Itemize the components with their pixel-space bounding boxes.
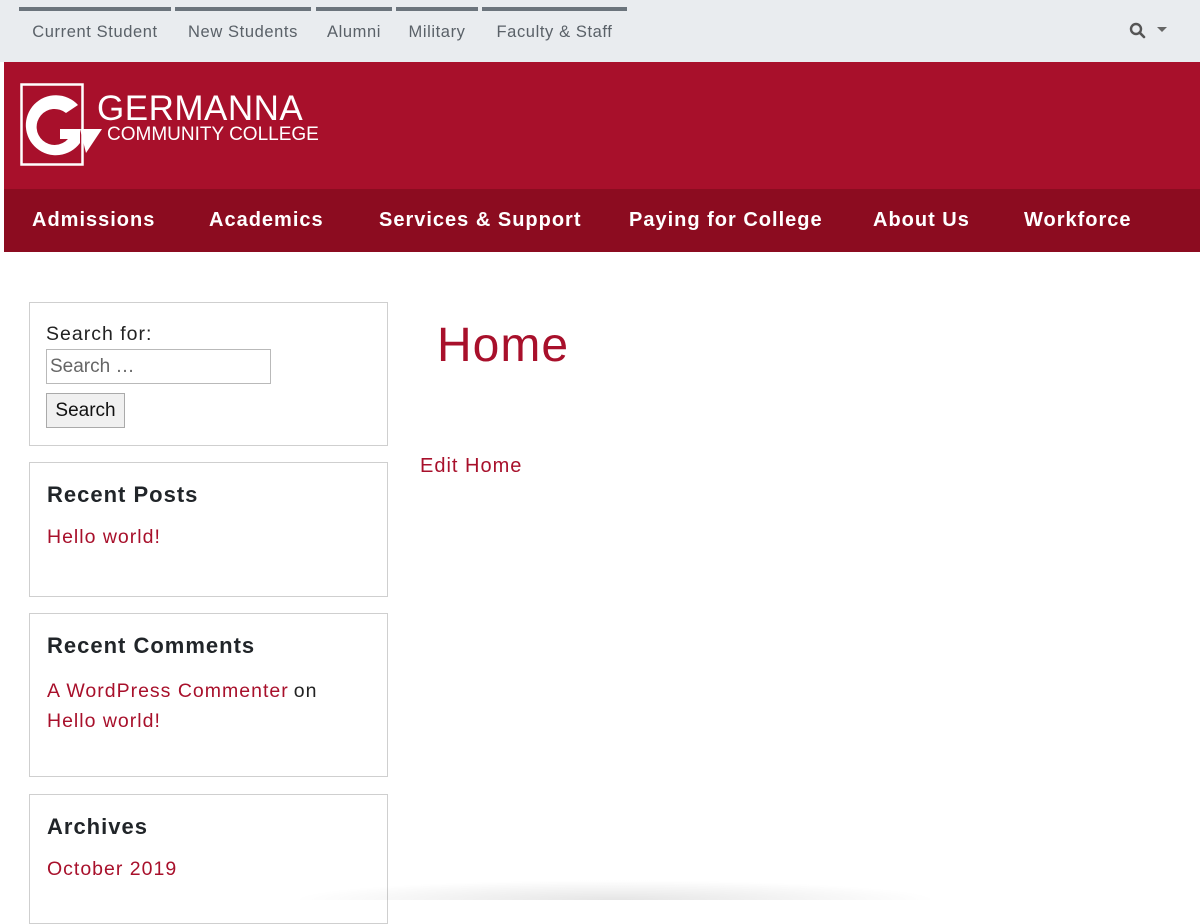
logo-name-line1: GERMANNA bbox=[97, 89, 304, 128]
search-widget: Search for: Search bbox=[29, 302, 388, 446]
nav-about-us[interactable]: About Us bbox=[873, 189, 970, 252]
logo-g-icon bbox=[20, 83, 102, 166]
recent-posts-title: Recent Posts bbox=[47, 482, 199, 507]
search-label: Search for: bbox=[46, 323, 153, 345]
main-nav: Admissions Academics Services & Support … bbox=[4, 189, 1200, 252]
archives-widget: Archives October 2019 bbox=[29, 794, 388, 924]
audience-link-faculty-staff[interactable]: Faculty & Staff bbox=[482, 7, 627, 53]
nav-services-support[interactable]: Services & Support bbox=[379, 189, 582, 252]
search-button[interactable]: Search bbox=[46, 393, 125, 428]
search-icon bbox=[1129, 22, 1146, 39]
audience-bar: Current Student New Students Alumni Mili… bbox=[0, 0, 1200, 62]
recent-posts-widget: Recent Posts Hello world! bbox=[29, 462, 388, 597]
recent-comments-widget: Recent Comments A WordPress Commenter on… bbox=[29, 613, 388, 777]
recent-comment-entry: A WordPress Commenter on Hello world! bbox=[47, 677, 377, 737]
nav-academics[interactable]: Academics bbox=[209, 189, 324, 252]
nav-admissions[interactable]: Admissions bbox=[32, 189, 155, 252]
comment-author-link[interactable]: A WordPress Commenter bbox=[47, 680, 289, 702]
logo-name-line2: COMMUNITY COLLEGE bbox=[107, 124, 319, 145]
recent-comments-title: Recent Comments bbox=[47, 633, 256, 658]
nav-paying-for-college[interactable]: Paying for College bbox=[629, 189, 823, 252]
audience-link-military[interactable]: Military bbox=[396, 7, 478, 53]
archive-link[interactable]: October 2019 bbox=[47, 858, 177, 881]
chevron-down-icon bbox=[1157, 27, 1167, 32]
recent-post-link[interactable]: Hello world! bbox=[47, 526, 161, 549]
archives-title: Archives bbox=[47, 814, 148, 839]
audience-link-new-students[interactable]: New Students bbox=[175, 7, 311, 53]
nav-workforce[interactable]: Workforce bbox=[1024, 189, 1132, 252]
comment-post-link[interactable]: Hello world! bbox=[47, 710, 161, 732]
comment-on-text: on bbox=[293, 680, 318, 702]
audience-link-current-student[interactable]: Current Student bbox=[19, 7, 171, 53]
college-logo[interactable]: GERMANNA COMMUNITY COLLEGE bbox=[20, 83, 319, 167]
search-input[interactable] bbox=[46, 349, 271, 384]
audience-link-alumni[interactable]: Alumni bbox=[316, 7, 392, 53]
search-toggle[interactable] bbox=[1129, 18, 1173, 44]
bottom-shadow bbox=[290, 880, 940, 900]
page-title: Home bbox=[437, 319, 570, 372]
edit-page-link[interactable]: Edit Home bbox=[420, 455, 522, 478]
brand-header: GERMANNA COMMUNITY COLLEGE bbox=[4, 62, 1200, 189]
